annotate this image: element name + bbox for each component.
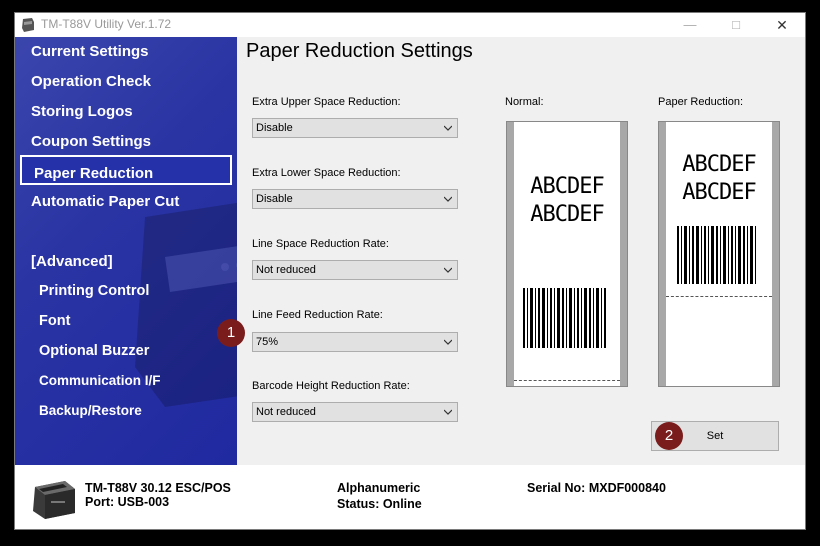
- paper-rail-left: [507, 122, 514, 386]
- window-title: TM-T88V Utility Ver.1.72: [41, 17, 172, 31]
- sample-text-line-2: ABCDEF: [682, 180, 756, 205]
- main-panel: Paper Reduction Settings Extra Upper Spa…: [217, 37, 805, 465]
- printer-model: TM-T88V 30.12 ESC/POS: [85, 481, 231, 495]
- barcode-height-value: Not reduced: [256, 406, 316, 418]
- nav-communication-if[interactable]: Communication I/F: [39, 373, 161, 388]
- sample-text-line-1: ABCDEF: [530, 174, 604, 199]
- nav-optional-buzzer[interactable]: Optional Buzzer: [39, 343, 149, 359]
- line-space-select[interactable]: Not reduced: [252, 260, 458, 280]
- nav-storing-logos[interactable]: Storing Logos: [31, 103, 133, 120]
- cut-line: [666, 296, 772, 297]
- advanced-heading: [Advanced]: [31, 253, 113, 270]
- callout-badge-1: 1: [217, 319, 245, 347]
- printer-icon: [33, 481, 75, 519]
- nav-operation-check[interactable]: Operation Check: [31, 73, 151, 90]
- nav-automatic-paper-cut[interactable]: Automatic Paper Cut: [31, 193, 179, 210]
- sidebar: Current Settings Operation Check Storing…: [15, 37, 237, 465]
- title-bar: TM-T88V Utility Ver.1.72 — □ ✕: [15, 13, 805, 37]
- chevron-down-icon: [444, 196, 452, 202]
- nav-printing-control[interactable]: Printing Control: [39, 283, 149, 299]
- font-mode: Alphanumeric: [337, 481, 421, 495]
- nav-current-settings[interactable]: Current Settings: [31, 43, 149, 60]
- nav-backup-restore[interactable]: Backup/Restore: [39, 403, 142, 418]
- app-window: TM-T88V Utility Ver.1.72 — □ ✕ Current S…: [14, 12, 806, 530]
- line-feed-label: Line Feed Reduction Rate:: [252, 309, 383, 321]
- maximize-button[interactable]: □: [713, 13, 759, 37]
- nav-coupon-settings[interactable]: Coupon Settings: [31, 133, 151, 150]
- line-feed-value: 75%: [256, 336, 279, 348]
- status-bar: TM-T88V 30.12 ESC/POS Port: USB-003 Alph…: [15, 465, 805, 529]
- chevron-down-icon: [444, 409, 452, 415]
- printer-status: Status: Online: [337, 497, 422, 511]
- close-button[interactable]: ✕: [759, 13, 805, 37]
- chevron-down-icon: [444, 267, 452, 273]
- nav-paper-reduction[interactable]: Paper Reduction: [20, 155, 232, 185]
- nav-font[interactable]: Font: [39, 313, 70, 329]
- serial-number: Serial No: MXDF000840: [527, 481, 666, 495]
- preview-reduced: ABCDEF ABCDEF: [658, 121, 780, 387]
- sample-text-line-1: ABCDEF: [682, 152, 756, 177]
- chevron-down-icon: [444, 125, 452, 131]
- page-title: Paper Reduction Settings: [246, 40, 473, 62]
- preview-reduced-label: Paper Reduction:: [658, 96, 743, 108]
- upper-space-label: Extra Upper Space Reduction:: [252, 96, 401, 108]
- cut-line: [514, 380, 620, 381]
- line-space-value: Not reduced: [256, 264, 316, 276]
- lower-space-select[interactable]: Disable: [252, 189, 458, 209]
- barcode-height-select[interactable]: Not reduced: [252, 402, 458, 422]
- printer-app-icon: [22, 18, 34, 32]
- chevron-down-icon: [444, 339, 452, 345]
- paper-rail-right: [620, 122, 627, 386]
- line-feed-select[interactable]: 75%: [252, 332, 458, 352]
- barcode-normal: [523, 288, 606, 348]
- lower-space-value: Disable: [256, 193, 293, 205]
- printer-port: Port: USB-003: [85, 495, 170, 509]
- lower-space-label: Extra Lower Space Reduction:: [252, 167, 401, 179]
- upper-space-value: Disable: [256, 122, 293, 134]
- barcode-reduced: [677, 226, 756, 284]
- minimize-button[interactable]: —: [667, 13, 713, 37]
- upper-space-select[interactable]: Disable: [252, 118, 458, 138]
- callout-badge-2: 2: [655, 422, 683, 450]
- barcode-height-label: Barcode Height Reduction Rate:: [252, 380, 410, 392]
- preview-normal-label: Normal:: [505, 96, 544, 108]
- preview-normal: ABCDEF ABCDEF: [506, 121, 628, 387]
- line-space-label: Line Space Reduction Rate:: [252, 238, 389, 250]
- sample-text-line-2: ABCDEF: [530, 202, 604, 227]
